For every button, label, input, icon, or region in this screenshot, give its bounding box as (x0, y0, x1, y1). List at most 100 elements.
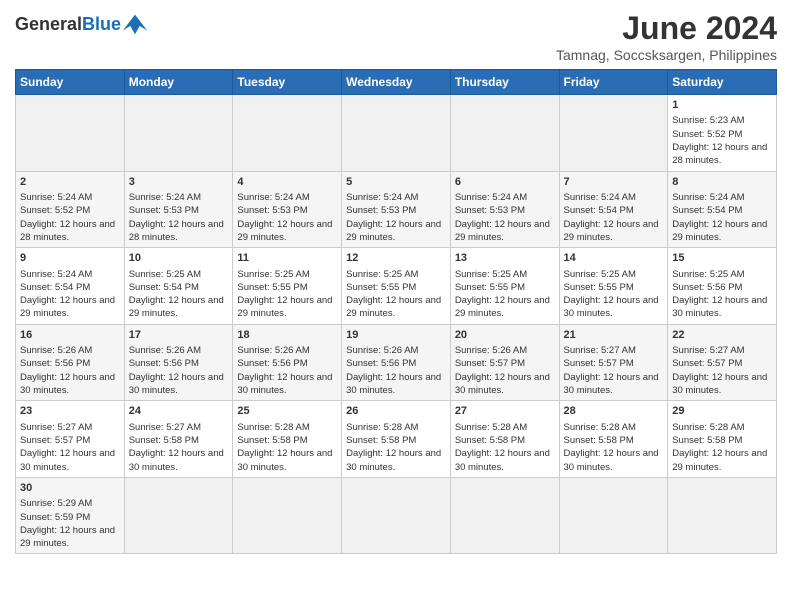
day-number: 14 (564, 251, 664, 266)
day-info: Sunrise: 5:24 AM (455, 191, 555, 204)
day-info: Sunrise: 5:25 AM (564, 268, 664, 281)
calendar-day-cell: 11Sunrise: 5:25 AMSunset: 5:55 PMDayligh… (233, 248, 342, 325)
day-info: Sunset: 5:58 PM (455, 434, 555, 447)
day-number: 5 (346, 175, 446, 190)
day-number: 29 (672, 404, 772, 419)
calendar-day-cell: 10Sunrise: 5:25 AMSunset: 5:54 PMDayligh… (124, 248, 233, 325)
day-info: Sunset: 5:54 PM (129, 281, 229, 294)
day-info: Sunset: 5:57 PM (672, 357, 772, 370)
logo-bird-icon (121, 10, 149, 38)
calendar-day-cell: 12Sunrise: 5:25 AMSunset: 5:55 PMDayligh… (342, 248, 451, 325)
calendar-day-cell (342, 95, 451, 172)
calendar-day-cell: 9Sunrise: 5:24 AMSunset: 5:54 PMDaylight… (16, 248, 125, 325)
day-info: Sunrise: 5:26 AM (455, 344, 555, 357)
calendar-day-cell: 5Sunrise: 5:24 AMSunset: 5:53 PMDaylight… (342, 171, 451, 248)
calendar-day-cell (342, 477, 451, 554)
day-info: Daylight: 12 hours and 30 minutes. (672, 371, 772, 398)
day-info: Daylight: 12 hours and 30 minutes. (237, 371, 337, 398)
day-info: Daylight: 12 hours and 28 minutes. (129, 218, 229, 245)
title-block: June 2024 Tamnag, Soccsksargen, Philippi… (556, 10, 777, 63)
day-info: Sunrise: 5:24 AM (129, 191, 229, 204)
day-info: Daylight: 12 hours and 30 minutes. (346, 447, 446, 474)
day-info: Daylight: 12 hours and 30 minutes. (20, 371, 120, 398)
day-info: Sunrise: 5:27 AM (20, 421, 120, 434)
day-number: 17 (129, 328, 229, 343)
day-info: Sunrise: 5:25 AM (237, 268, 337, 281)
calendar-day-cell: 14Sunrise: 5:25 AMSunset: 5:55 PMDayligh… (559, 248, 668, 325)
day-number: 10 (129, 251, 229, 266)
day-info: Daylight: 12 hours and 29 minutes. (20, 294, 120, 321)
calendar-day-cell: 28Sunrise: 5:28 AMSunset: 5:58 PMDayligh… (559, 401, 668, 478)
day-number: 27 (455, 404, 555, 419)
day-number: 21 (564, 328, 664, 343)
day-info: Sunrise: 5:25 AM (129, 268, 229, 281)
calendar-day-cell: 7Sunrise: 5:24 AMSunset: 5:54 PMDaylight… (559, 171, 668, 248)
day-info: Sunrise: 5:25 AM (455, 268, 555, 281)
day-number: 28 (564, 404, 664, 419)
day-info: Sunset: 5:57 PM (20, 434, 120, 447)
calendar-day-cell: 8Sunrise: 5:24 AMSunset: 5:54 PMDaylight… (668, 171, 777, 248)
day-info: Daylight: 12 hours and 29 minutes. (564, 218, 664, 245)
day-info: Sunrise: 5:24 AM (672, 191, 772, 204)
calendar-week-0: 1Sunrise: 5:23 AMSunset: 5:52 PMDaylight… (16, 95, 777, 172)
day-info: Sunrise: 5:28 AM (455, 421, 555, 434)
calendar-day-cell (16, 95, 125, 172)
day-info: Sunset: 5:54 PM (564, 204, 664, 217)
day-info: Sunrise: 5:26 AM (129, 344, 229, 357)
day-info: Daylight: 12 hours and 30 minutes. (564, 447, 664, 474)
day-info: Sunrise: 5:26 AM (346, 344, 446, 357)
day-info: Sunrise: 5:24 AM (20, 268, 120, 281)
calendar-week-1: 2Sunrise: 5:24 AMSunset: 5:52 PMDaylight… (16, 171, 777, 248)
calendar-day-cell: 21Sunrise: 5:27 AMSunset: 5:57 PMDayligh… (559, 324, 668, 401)
day-info: Sunset: 5:56 PM (237, 357, 337, 370)
day-info: Sunrise: 5:26 AM (20, 344, 120, 357)
day-number: 11 (237, 251, 337, 266)
calendar-day-cell (124, 477, 233, 554)
day-info: Daylight: 12 hours and 29 minutes. (672, 218, 772, 245)
day-info: Daylight: 12 hours and 29 minutes. (672, 447, 772, 474)
day-info: Daylight: 12 hours and 29 minutes. (346, 218, 446, 245)
day-info: Daylight: 12 hours and 30 minutes. (564, 294, 664, 321)
calendar-day-cell: 24Sunrise: 5:27 AMSunset: 5:58 PMDayligh… (124, 401, 233, 478)
day-info: Sunset: 5:58 PM (129, 434, 229, 447)
day-info: Sunset: 5:56 PM (346, 357, 446, 370)
calendar-day-cell: 2Sunrise: 5:24 AMSunset: 5:52 PMDaylight… (16, 171, 125, 248)
calendar-table: SundayMondayTuesdayWednesdayThursdayFrid… (15, 69, 777, 554)
calendar-body: 1Sunrise: 5:23 AMSunset: 5:52 PMDaylight… (16, 95, 777, 554)
weekday-thursday: Thursday (450, 70, 559, 95)
weekday-tuesday: Tuesday (233, 70, 342, 95)
day-number: 12 (346, 251, 446, 266)
weekday-saturday: Saturday (668, 70, 777, 95)
calendar-day-cell: 6Sunrise: 5:24 AMSunset: 5:53 PMDaylight… (450, 171, 559, 248)
day-info: Sunset: 5:54 PM (672, 204, 772, 217)
calendar-day-cell: 23Sunrise: 5:27 AMSunset: 5:57 PMDayligh… (16, 401, 125, 478)
calendar-day-cell: 20Sunrise: 5:26 AMSunset: 5:57 PMDayligh… (450, 324, 559, 401)
day-info: Daylight: 12 hours and 28 minutes. (672, 141, 772, 168)
day-info: Sunrise: 5:24 AM (20, 191, 120, 204)
day-info: Sunset: 5:56 PM (672, 281, 772, 294)
day-info: Sunset: 5:58 PM (564, 434, 664, 447)
day-info: Daylight: 12 hours and 29 minutes. (346, 294, 446, 321)
day-info: Sunset: 5:55 PM (237, 281, 337, 294)
logo-blue: Blue (82, 14, 121, 34)
month-year-title: June 2024 (556, 10, 777, 47)
day-info: Sunset: 5:58 PM (237, 434, 337, 447)
day-info: Daylight: 12 hours and 29 minutes. (237, 218, 337, 245)
weekday-monday: Monday (124, 70, 233, 95)
day-info: Sunset: 5:54 PM (20, 281, 120, 294)
day-info: Daylight: 12 hours and 30 minutes. (129, 447, 229, 474)
calendar-day-cell: 25Sunrise: 5:28 AMSunset: 5:58 PMDayligh… (233, 401, 342, 478)
calendar-day-cell: 29Sunrise: 5:28 AMSunset: 5:58 PMDayligh… (668, 401, 777, 478)
day-info: Sunset: 5:55 PM (455, 281, 555, 294)
day-number: 20 (455, 328, 555, 343)
calendar-day-cell: 22Sunrise: 5:27 AMSunset: 5:57 PMDayligh… (668, 324, 777, 401)
logo-text: GeneralBlue (15, 15, 121, 33)
calendar-day-cell: 1Sunrise: 5:23 AMSunset: 5:52 PMDaylight… (668, 95, 777, 172)
day-info: Daylight: 12 hours and 29 minutes. (20, 524, 120, 551)
calendar-week-2: 9Sunrise: 5:24 AMSunset: 5:54 PMDaylight… (16, 248, 777, 325)
day-info: Sunset: 5:52 PM (20, 204, 120, 217)
calendar-day-cell: 30Sunrise: 5:29 AMSunset: 5:59 PMDayligh… (16, 477, 125, 554)
calendar-day-cell: 3Sunrise: 5:24 AMSunset: 5:53 PMDaylight… (124, 171, 233, 248)
day-info: Sunset: 5:57 PM (455, 357, 555, 370)
day-number: 2 (20, 175, 120, 190)
